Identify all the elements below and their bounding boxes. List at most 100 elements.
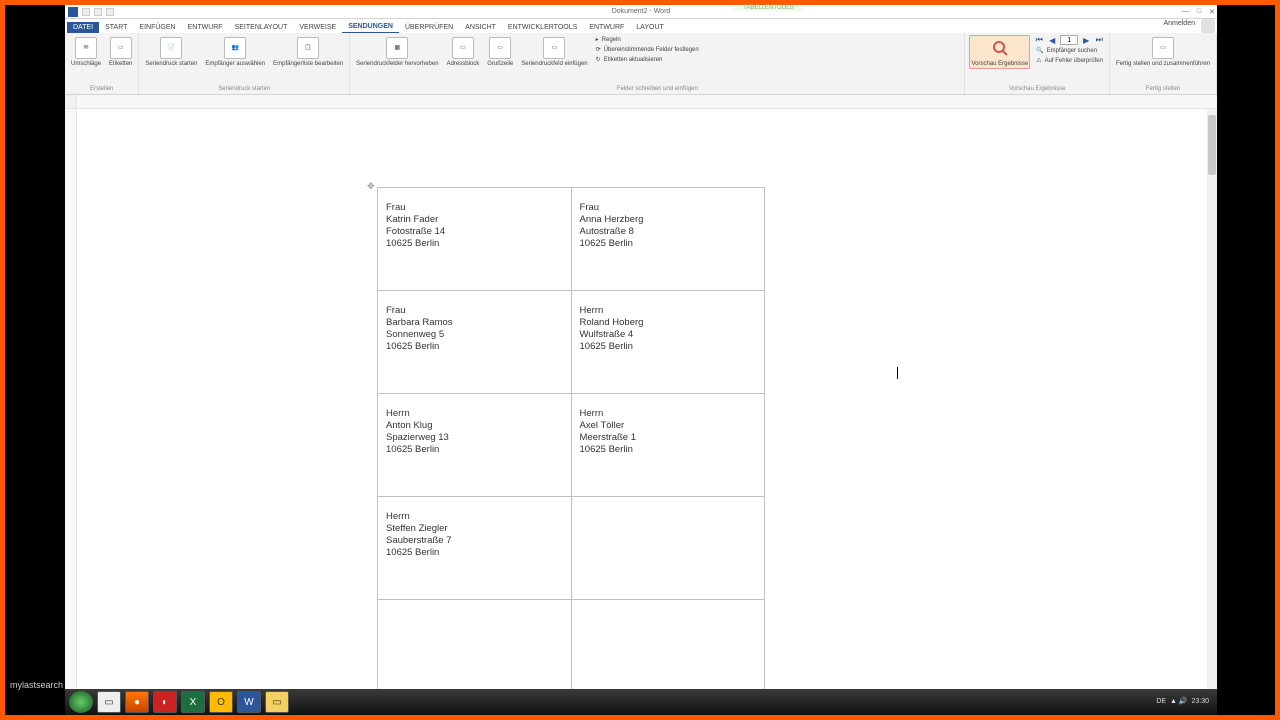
taskbar-firefox[interactable]: ● — [125, 691, 149, 713]
nav-prev-button[interactable]: ◀ — [1047, 36, 1057, 44]
umschlaege-label: Umschläge — [71, 61, 101, 67]
ribbon-group-fertig: ▭Fertig stellen und zusammenführen Ferti… — [1110, 33, 1217, 94]
text-cursor — [897, 367, 898, 379]
label-cell[interactable]: Herrn Roland Hoberg Wulfstraße 4 10625 B… — [571, 291, 764, 394]
qat-undo-icon[interactable] — [94, 8, 102, 16]
label-cell[interactable]: Herrn Axel Töller Meerstraße 1 10625 Ber… — [571, 394, 764, 497]
horizontal-ruler[interactable] — [65, 95, 1217, 109]
labels-table[interactable]: Frau Katrin Fader Fotostraße 14 10625 Be… — [377, 187, 765, 701]
label-city: 10625 Berlin — [386, 341, 563, 353]
document-area: ✥ Frau Katrin Fader Fotostraße 14 10625 … — [65, 109, 1217, 701]
record-number-input[interactable] — [1060, 35, 1078, 45]
label-cell[interactable]: Herrn Steffen Ziegler Sauberstraße 7 106… — [378, 497, 572, 600]
fertig-stellen-button[interactable]: ▭Fertig stellen und zusammenführen — [1114, 35, 1212, 67]
close-button[interactable]: ✕ — [1209, 8, 1215, 16]
ribbon: ✉Umschläge ▭Etiketten Erstellen 📄Seriend… — [65, 33, 1217, 95]
label-street: Meerstraße 1 — [580, 432, 756, 444]
empfaenger-suchen-label: Empfänger suchen — [1047, 48, 1097, 54]
empfaengerliste-bearbeiten-button[interactable]: 📋Empfängerliste bearbeiten — [271, 35, 345, 67]
label-cell[interactable]: Frau Katrin Fader Fotostraße 14 10625 Be… — [378, 188, 572, 291]
tab-sendungen[interactable]: SENDUNGEN — [342, 21, 399, 33]
table-anchor-icon[interactable]: ✥ — [367, 181, 375, 192]
tab-entwurf[interactable]: ENTWURF — [182, 22, 229, 33]
vertical-ruler[interactable] — [65, 109, 77, 701]
tab-einfuegen[interactable]: EINFÜGEN — [133, 22, 181, 33]
page-canvas[interactable]: ✥ Frau Katrin Fader Fotostraße 14 10625 … — [77, 109, 1217, 701]
taskbar-excel[interactable]: X — [181, 691, 205, 713]
etiketten-aktualisieren-button[interactable]: ↻Etiketten aktualisieren — [594, 55, 701, 64]
fehler-pruefen-button[interactable]: ⚠Auf Fehler überprüfen — [1034, 56, 1105, 65]
system-tray[interactable]: DE ▲ 🔊 23:30 — [1156, 698, 1213, 705]
ribbon-group-felder: ▦Seriendruckfelder hervorheben ▭Adressbl… — [350, 33, 965, 94]
tab-verweise[interactable]: VERWEISE — [293, 22, 342, 33]
nav-first-button[interactable]: ⏮ — [1034, 36, 1044, 44]
vorschau-label: Vorschau Ergebnisse — [971, 61, 1028, 67]
tab-entwicklertools[interactable]: ENTWICKLERTOOLS — [502, 22, 583, 33]
umschlaege-button[interactable]: ✉Umschläge — [69, 35, 103, 67]
seriendruck-starten-button[interactable]: 📄Seriendruck starten — [143, 35, 199, 67]
tray-keyboard[interactable]: DE — [1156, 698, 1166, 705]
label-street: Fotostraße 14 — [386, 226, 563, 238]
label-cell-empty[interactable] — [571, 600, 764, 702]
etiketten-aktualisieren-label: Etiketten aktualisieren — [604, 57, 663, 63]
label-name: Katrin Fader — [386, 214, 563, 226]
signin-link[interactable]: Anmelden — [1163, 20, 1195, 27]
user-avatar-icon[interactable] — [1201, 19, 1215, 33]
tab-start[interactable]: START — [99, 22, 133, 33]
etiketten-button[interactable]: ▭Etiketten — [107, 35, 134, 67]
context-tab-label: TABELLENTOOLS — [733, 5, 803, 11]
felder-festlegen-label: Übereinstimmende Felder festlegen — [604, 47, 699, 53]
minimize-button[interactable]: — — [1182, 8, 1189, 16]
nav-last-button[interactable]: ⏭ — [1094, 36, 1104, 44]
label-cell-empty[interactable] — [378, 600, 572, 702]
labels-icon: ▭ — [110, 37, 132, 59]
empfaenger-suchen-button[interactable]: 🔍Empfänger suchen — [1034, 46, 1105, 55]
felder-festlegen-button[interactable]: ⟳Übereinstimmende Felder festlegen — [594, 45, 701, 54]
taskbar-avira[interactable]: ◐ — [153, 691, 177, 713]
label-street: Sonnenweg 5 — [386, 329, 563, 341]
seriendruckfeld-button[interactable]: ▭Seriendruckfeld einfügen — [519, 35, 589, 67]
tab-seitenlayout[interactable]: SEITENLAYOUT — [229, 22, 294, 33]
taskbar-outlook[interactable]: O — [209, 691, 233, 713]
label-city: 10625 Berlin — [580, 444, 756, 456]
taskbar-explorer-open[interactable]: ▭ — [265, 691, 289, 713]
label-cell-empty[interactable] — [571, 497, 764, 600]
ribbon-group-seriendruck: 📄Seriendruck starten 👥Empfänger auswähle… — [139, 33, 350, 94]
nav-next-button[interactable]: ▶ — [1081, 36, 1091, 44]
label-salutation: Frau — [580, 202, 756, 214]
taskbar-word[interactable]: W — [237, 691, 261, 713]
label-cell[interactable]: Frau Barbara Ramos Sonnenweg 5 10625 Ber… — [378, 291, 572, 394]
label-city: 10625 Berlin — [386, 444, 563, 456]
tab-ueberpruefen[interactable]: ÜBERPRÜFEN — [399, 22, 459, 33]
window-title: Dokument2 - Word — [612, 8, 671, 15]
tab-file[interactable]: DATEI — [67, 22, 99, 33]
fehler-pruefen-label: Auf Fehler überprüfen — [1045, 58, 1103, 64]
label-cell[interactable]: Frau Anna Herzberg Autostraße 8 10625 Be… — [571, 188, 764, 291]
taskbar-explorer[interactable]: ▭ — [97, 691, 121, 713]
vertical-scrollbar[interactable] — [1207, 109, 1217, 701]
label-city: 10625 Berlin — [386, 547, 563, 559]
tab-tt-layout[interactable]: LAYOUT — [630, 22, 670, 33]
tab-tt-entwurf[interactable]: ENTWURF — [583, 22, 630, 33]
mailmerge-icon: 📄 — [160, 37, 182, 59]
seriendruckfeld-label: Seriendruckfeld einfügen — [521, 61, 587, 67]
rules-icon: ▸ — [596, 36, 599, 43]
start-button[interactable] — [69, 691, 93, 713]
label-salutation: Herrn — [386, 511, 563, 523]
regeln-button[interactable]: ▸Regeln — [594, 35, 701, 44]
qat-save-icon[interactable] — [82, 8, 90, 16]
ribbon-group-erstellen: ✉Umschläge ▭Etiketten Erstellen — [65, 33, 139, 94]
scrollbar-thumb[interactable] — [1208, 115, 1216, 175]
grusszeile-button[interactable]: ▭Grußzeile — [485, 35, 515, 67]
empfaenger-auswaehlen-button[interactable]: 👥Empfänger auswählen — [203, 35, 267, 67]
qat-redo-icon[interactable] — [106, 8, 114, 16]
label-street: Sauberstraße 7 — [386, 535, 563, 547]
vorschau-ergebnisse-button[interactable]: Vorschau Ergebnisse — [969, 35, 1030, 69]
felder-hervorheben-button[interactable]: ▦Seriendruckfelder hervorheben — [354, 35, 440, 67]
label-city: 10625 Berlin — [386, 238, 563, 250]
maximize-button[interactable]: □ — [1197, 8, 1201, 16]
label-cell[interactable]: Herrn Anton Klug Spazierweg 13 10625 Ber… — [378, 394, 572, 497]
tab-ansicht[interactable]: ANSICHT — [459, 22, 502, 33]
update-labels-icon: ↻ — [596, 56, 601, 63]
adressblock-button[interactable]: ▭Adressblock — [445, 35, 482, 67]
